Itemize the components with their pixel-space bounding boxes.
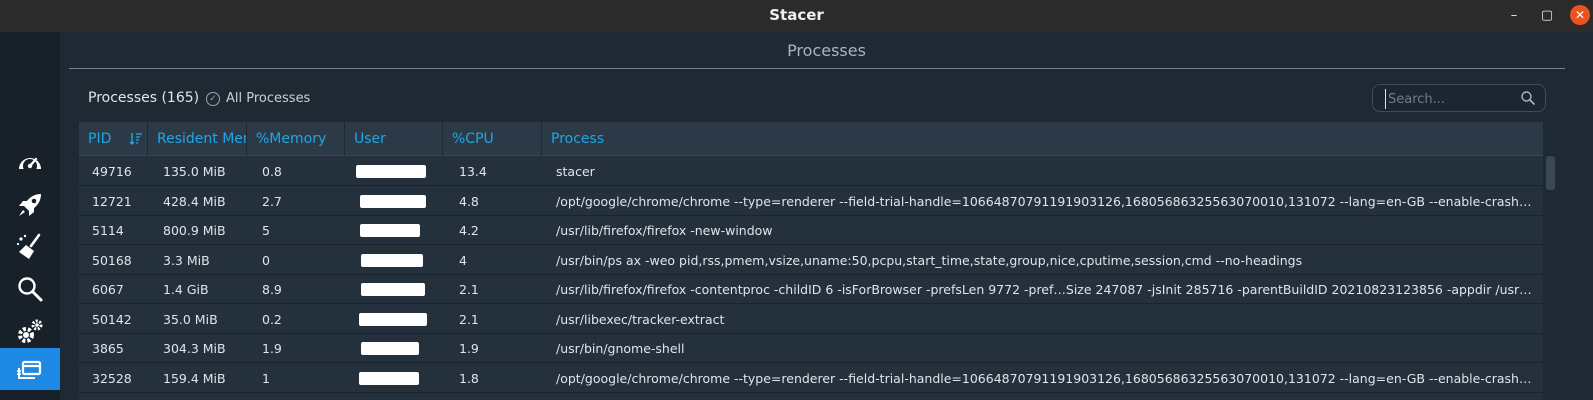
sort-descending-icon[interactable] <box>129 132 143 146</box>
table-scrollbar[interactable] <box>1546 156 1555 400</box>
rocket-icon <box>19 194 41 216</box>
search-input[interactable] <box>1385 89 1515 109</box>
memory-percent-cell: 0.2 <box>262 311 282 327</box>
memory-percent-cell: 0 <box>262 252 270 268</box>
process-cell: /opt/google/chrome/chrome --type=rendere… <box>556 370 1539 386</box>
pid-cell: 3865 <box>92 341 124 356</box>
cpu-percent-cell: 1.8 <box>459 370 479 386</box>
all-processes-label: All Processes <box>226 91 311 106</box>
resident-memory-cell: 428.4 MiB <box>163 193 226 209</box>
process-cell: /usr/lib/firefox/firefox -contentproc -c… <box>556 282 1539 297</box>
scrollbar-thumb[interactable] <box>1546 156 1555 190</box>
redacted-user-cell <box>361 253 423 267</box>
resident-memory-cell: 35.0 MiB <box>163 311 218 327</box>
pid-cell: 49716 <box>92 164 132 179</box>
table-row[interactable]: 32528 159.4 MiB 1 1.8/opt/google/chrome/chr… <box>79 364 1543 393</box>
processes-page: Processes Processes (165) ✓ All Processe… <box>60 32 1593 400</box>
memory-percent-cell: 8.9 <box>262 282 282 297</box>
column-header-process[interactable]: Process <box>542 122 1543 156</box>
speedometer-icon <box>19 157 41 173</box>
redacted-user-cell <box>359 371 419 385</box>
broom-icon <box>16 233 41 259</box>
memory-percent-cell: 1 <box>262 370 270 386</box>
process-cell: /usr/libexec/tracker-extract <box>556 311 725 327</box>
table-row[interactable]: 5114 800.9 MiB 5 4.2/usr/lib/firefox/firefo… <box>79 216 1543 245</box>
table-row[interactable]: 50168 3.3 MiB 0 4/usr/bin/ps ax -weo pid,rs… <box>79 246 1543 275</box>
process-cell: stacer <box>556 164 595 179</box>
memory-percent-cell: 0.8 <box>262 164 282 179</box>
sidebar-item-services[interactable] <box>0 310 60 352</box>
search-box[interactable] <box>1372 84 1546 112</box>
sidebar-item-processes[interactable] <box>0 348 60 390</box>
cpu-percent-cell: 13.4 <box>459 164 487 179</box>
table-row[interactable]: 6067 1.4 GiB 8.9 2.1/usr/lib/firefox/firefo… <box>79 275 1543 304</box>
column-header-user[interactable]: User <box>345 122 443 156</box>
resident-memory-cell: 1.4 GiB <box>163 282 209 297</box>
minimize-icon[interactable]: – <box>1505 7 1523 25</box>
memory-percent-cell: 1.9 <box>262 341 282 356</box>
process-cell: /usr/bin/ps ax -weo pid,rss,pmem,vsize,u… <box>556 252 1303 268</box>
pid-cell: 5114 <box>92 223 124 238</box>
sidebar <box>0 32 60 400</box>
table-row[interactable]: 12721 428.4 MiB 2.7 4.8/opt/google/chrome/c… <box>79 187 1543 216</box>
processes-icon <box>17 360 42 379</box>
memory-percent-cell: 5 <box>262 223 270 238</box>
column-header-pid[interactable]: PID <box>79 122 148 156</box>
column-header-memory-percent[interactable]: %Memory <box>247 122 345 156</box>
resident-memory-cell: 3.3 MiB <box>163 252 210 268</box>
redacted-user-cell <box>361 342 419 355</box>
sidebar-item-search[interactable] <box>0 268 60 310</box>
redacted-user-cell <box>360 224 420 237</box>
resident-memory-cell: 800.9 MiB <box>163 223 226 238</box>
pid-cell: 6067 <box>92 282 124 297</box>
sidebar-item-dashboard[interactable] <box>0 142 60 184</box>
window-title: Stacer <box>769 6 824 24</box>
redacted-user-cell <box>361 283 425 296</box>
resident-memory-cell: 135.0 MiB <box>163 164 226 179</box>
resident-memory-cell: 159.4 MiB <box>163 370 226 386</box>
column-header-resident-memory[interactable]: Resident Memory <box>148 122 247 156</box>
redacted-user-cell <box>359 312 427 326</box>
process-cell: /opt/google/chrome/chrome --type=rendere… <box>556 193 1539 209</box>
table-row[interactable]: 3865 304.3 MiB 1.9 1.9/usr/bin/gnome-shell <box>79 334 1543 363</box>
cpu-percent-cell: 2.1 <box>459 311 479 327</box>
cpu-percent-cell: 1.9 <box>459 341 479 356</box>
window-titlebar: Stacer – ▢ ✕ <box>0 0 1593 32</box>
table-row[interactable]: 50142 35.0 MiB 0.2 2.1/usr/libexec/tracker-… <box>79 305 1543 334</box>
pid-cell: 12721 <box>92 193 132 209</box>
search-icon <box>18 277 43 302</box>
sidebar-item-system-cleaner[interactable] <box>0 226 60 268</box>
check-circle-icon[interactable]: ✓ <box>206 91 220 106</box>
title-divider <box>69 68 1565 69</box>
process-cell: /usr/lib/firefox/firefox -new-window <box>556 223 773 238</box>
memory-percent-cell: 2.7 <box>262 193 282 209</box>
cpu-percent-cell: 2.1 <box>459 282 479 297</box>
gears-icon <box>18 319 43 343</box>
cpu-percent-cell: 4 <box>459 252 467 268</box>
process-table: PID Resident Memory %Memory User %CPU Pr… <box>79 122 1543 400</box>
table-header: PID Resident Memory %Memory User %CPU Pr… <box>79 122 1543 156</box>
close-icon[interactable]: ✕ <box>1570 5 1590 25</box>
search-icon[interactable] <box>1520 90 1536 106</box>
process-count: Processes (165) <box>88 90 200 106</box>
cpu-percent-cell: 4.8 <box>459 193 479 209</box>
pid-cell: 50142 <box>92 311 132 327</box>
process-cell: /usr/bin/gnome-shell <box>556 341 685 356</box>
table-row[interactable]: 49716 135.0 MiB 0.8 13.4 stacer <box>79 157 1543 186</box>
page-title: Processes <box>787 41 866 60</box>
redacted-user-cell <box>356 165 426 178</box>
column-header-cpu-percent[interactable]: %CPU <box>443 122 542 156</box>
cpu-percent-cell: 4.2 <box>459 223 479 238</box>
pid-cell: 32528 <box>92 370 132 386</box>
resident-memory-cell: 304.3 MiB <box>163 341 226 356</box>
pid-cell: 50168 <box>92 252 132 268</box>
redacted-user-cell <box>360 194 426 208</box>
maximize-icon[interactable]: ▢ <box>1538 7 1556 25</box>
all-processes-toggle[interactable]: ✓ All Processes <box>206 91 310 106</box>
sidebar-item-startup-apps[interactable] <box>0 184 60 226</box>
